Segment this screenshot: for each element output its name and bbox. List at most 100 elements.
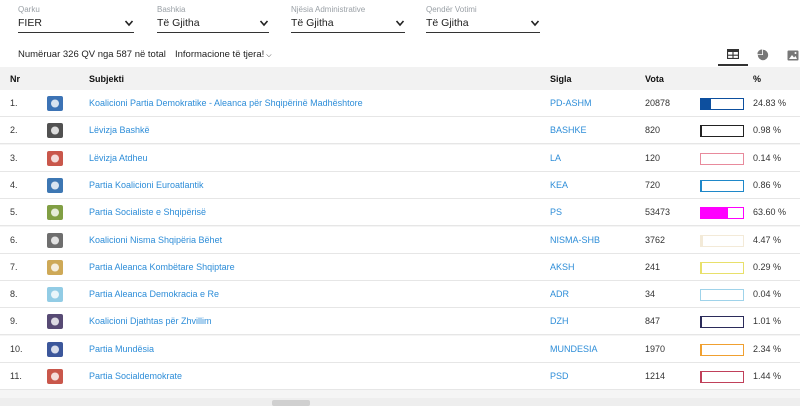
vote-percentage: 0.86 % (753, 179, 782, 190)
more-info-dropdown[interactable]: Informacione të tjera! ⌵ (175, 48, 272, 63)
party-name-link[interactable]: Partia Aleanca Kombëtare Shqiptare (89, 262, 235, 273)
counted-stations-text: Numëruar 326 QV nga 587 në total (18, 49, 166, 60)
vote-share-bar-fill (701, 99, 712, 109)
vote-share-bar (700, 343, 744, 356)
vote-count: 720 (645, 179, 661, 190)
vote-share-bar (700, 207, 744, 220)
vote-share-bar-fill (701, 235, 703, 246)
mundesia-logo-icon (46, 341, 64, 358)
vote-share-bar (700, 234, 744, 247)
party-acronym: LA (550, 152, 562, 163)
results-table: Nr Subjekti Sigla Vota % 1. Koalicioni Pa… (0, 67, 800, 398)
table-row[interactable]: 9. Koalicioni Djathtas për Zhvillim DZH 847… (0, 308, 800, 336)
vote-percentage: 0.14 % (753, 152, 782, 163)
vote-percentage: 63.60 % (753, 207, 787, 218)
vote-percentage: 0.29 % (753, 261, 782, 272)
vote-share-bar-fill (701, 344, 702, 355)
party-acronym: PD-ASHM (550, 98, 592, 108)
vote-count: 241 (645, 261, 661, 272)
vote-share-bar (700, 371, 744, 383)
vote-count: 53473 (645, 207, 671, 218)
party-name-link[interactable]: Partia Koalicioni Euroatlantik (89, 180, 204, 191)
bashke-logo-icon (46, 122, 64, 139)
party-name-link[interactable]: Koalicioni Djathtas për Zhvillim (89, 316, 212, 327)
vote-count: 1214 (645, 371, 666, 381)
filter-bashkia-label: Bashkia (157, 5, 186, 14)
table-row[interactable]: 4. Partia Koalicioni Euroatlantik KEA 720 0.… (0, 171, 800, 199)
table-row[interactable]: 6. Koalicioni Nisma Shqipëria Bëhet NISMA-… (0, 226, 800, 254)
vote-percentage: 2.34 % (753, 343, 782, 354)
vote-share-bar (700, 125, 744, 138)
party-name-link[interactable]: Koalicioni Partia Demokratike - Aleanca … (89, 98, 363, 109)
nisma-logo-icon (46, 232, 64, 249)
party-name-link[interactable]: Lëvizja Atdheu (89, 153, 148, 164)
qarku-select[interactable]: FIER (18, 15, 134, 33)
table-view-button[interactable] (718, 44, 748, 66)
vote-share-bar (700, 152, 744, 165)
vote-share-bar (700, 179, 744, 192)
party-name-link[interactable]: Partia Socialiste e Shqipërisë (89, 207, 206, 218)
party-acronym: BASHKE (550, 125, 587, 136)
table-icon (727, 49, 739, 59)
row-number: 8. (10, 289, 18, 300)
row-number: 6. (10, 234, 18, 245)
aksh-logo-icon (46, 259, 64, 276)
party-acronym: KEA (550, 179, 569, 190)
vote-percentage: 0.04 % (753, 289, 782, 300)
table-row[interactable]: 3. Lëvizja Atdheu LA 120 0.14 % (0, 144, 800, 172)
table-row[interactable]: 7. Partia Aleanca Kombëtare Shqiptare AKSH… (0, 253, 800, 281)
image-view-button[interactable] (778, 44, 800, 66)
psd-logo-icon (46, 368, 64, 385)
row-number: 2. (10, 125, 18, 136)
header-sigla: Sigla (550, 74, 572, 84)
vote-percentage: 1.44 % (753, 371, 782, 381)
filter-qarku: Qarku FIER (18, 5, 134, 33)
ps-logo-icon (46, 204, 64, 221)
dzh-logo-icon (46, 313, 64, 330)
header-nr: Nr (10, 74, 21, 84)
vote-count: 34 (645, 289, 656, 300)
njesia-select[interactable]: Të Gjitha (291, 15, 405, 33)
qender-select-value: Të Gjitha (426, 17, 469, 29)
table-row[interactable]: 11. Partia Socialdemokrate PSD 1214 1.44 % (0, 363, 800, 390)
bashkia-select[interactable]: Të Gjitha (157, 15, 269, 33)
party-acronym: AKSH (550, 261, 575, 272)
njesia-select-value: Të Gjitha (291, 17, 334, 29)
party-acronym: ADR (550, 289, 570, 300)
horizontal-scrollbar[interactable] (272, 400, 310, 406)
filter-qarku-label: Qarku (18, 5, 40, 14)
filter-njesia: Njësia Administrative Të Gjitha (291, 5, 405, 33)
table-row[interactable]: 2. Lëvizja Bashkë BASHKE 820 0.98 % (0, 117, 800, 145)
party-name-link[interactable]: Lëvizja Bashkë (89, 125, 150, 136)
row-number: 1. (10, 98, 18, 108)
filter-qender: Qendër Votimi Të Gjitha (426, 5, 540, 33)
party-acronym: PS (550, 207, 563, 218)
vote-count: 20878 (645, 98, 671, 108)
table-row[interactable]: 10. Partia Mundësia MUNDESIA 1970 2.34 % (0, 335, 800, 363)
pie-chart-view-button[interactable] (748, 44, 778, 66)
qender-select[interactable]: Të Gjitha (426, 15, 540, 33)
filter-bashkia: Bashkia Të Gjitha (157, 5, 269, 33)
vote-percentage: 4.47 % (753, 234, 782, 245)
vote-count: 847 (645, 316, 661, 327)
party-name-link[interactable]: Partia Socialdemokrate (89, 371, 182, 382)
chevron-down-icon (395, 20, 405, 27)
row-number: 5. (10, 207, 18, 218)
vote-count: 120 (645, 152, 661, 163)
filter-qender-label: Qendër Votimi (426, 5, 477, 14)
party-name-link[interactable]: Partia Mundësia (89, 344, 154, 355)
row-number: 10. (10, 343, 23, 354)
table-row[interactable]: 1. Koalicioni Partia Demokratike - Aleanc… (0, 90, 800, 117)
row-number: 4. (10, 179, 18, 190)
party-acronym: NISMA-SHB (550, 234, 601, 245)
chevron-down-icon (124, 20, 134, 27)
kea-logo-icon (46, 177, 64, 194)
table-row[interactable]: 8. Partia Aleanca Demokracia e Re ADR 34 0.0… (0, 281, 800, 309)
image-icon (787, 50, 799, 60)
table-row[interactable]: 5. Partia Socialiste e Shqipërisë PS 53473 6… (0, 199, 800, 227)
party-name-link[interactable]: Koalicioni Nisma Shqipëria Bëhet (89, 235, 222, 246)
party-name-link[interactable]: Partia Aleanca Demokracia e Re (89, 289, 219, 300)
vote-share-bar (700, 261, 744, 274)
atdheu-logo-icon (46, 150, 64, 167)
header-pct: % (753, 74, 762, 84)
